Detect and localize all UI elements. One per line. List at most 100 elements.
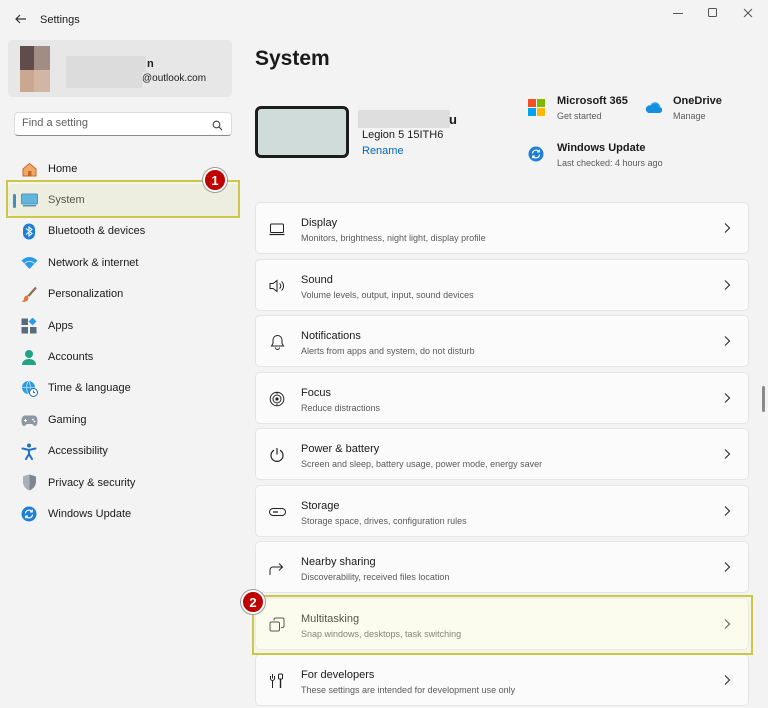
avatar — [20, 46, 50, 92]
selection-indicator — [13, 194, 16, 209]
display-icon — [268, 220, 286, 238]
person-icon — [20, 348, 38, 366]
search-icon[interactable] — [212, 118, 223, 136]
close-icon — [743, 8, 753, 18]
chevron-right-icon — [724, 336, 731, 346]
minimize-button[interactable] — [658, 4, 698, 22]
back-button[interactable] — [11, 9, 31, 29]
arrow-left-icon — [15, 14, 26, 24]
home-icon — [20, 160, 38, 178]
card-title: Focus — [301, 386, 331, 399]
sidebar-item-bluetooth[interactable]: Bluetooth & devices — [8, 216, 240, 247]
sidebar-item-label: System — [48, 194, 85, 207]
chevron-right-icon — [724, 223, 731, 233]
user-profile[interactable]: n @outlook.com — [8, 40, 232, 97]
focus-icon — [268, 390, 286, 408]
sidebar-item-label: Gaming — [48, 413, 87, 426]
card-subtitle: Volume levels, output, input, sound devi… — [301, 289, 474, 300]
chevron-right-icon — [724, 675, 731, 685]
window-title: Settings — [40, 14, 80, 26]
card-title: Multitasking — [301, 612, 360, 625]
card-multitasking[interactable]: Multitasking Snap windows, desktops, tas… — [255, 597, 749, 650]
brush-icon — [20, 286, 38, 304]
settings-card-list: Display Monitors, brightness, night ligh… — [255, 202, 749, 708]
card-subtitle: Reduce distractions — [301, 402, 381, 413]
chevron-right-icon — [724, 279, 731, 290]
sidebar-item-system[interactable]: System — [8, 184, 240, 216]
wifi-icon — [20, 254, 38, 272]
card-display[interactable]: Display Monitors, brightness, night ligh… — [255, 202, 749, 254]
monitor-icon — [20, 191, 38, 209]
microsoft-logo-icon — [528, 99, 546, 117]
sidebar-item-label: Home — [48, 162, 78, 175]
profile-email: @outlook.com — [142, 73, 207, 84]
search-box[interactable] — [14, 112, 232, 136]
maximize-button[interactable] — [693, 4, 733, 22]
card-subtitle: Screen and sleep, battery usage, power m… — [301, 459, 543, 469]
windows-update-icon — [528, 146, 546, 164]
quick-link-title: Windows Update — [557, 142, 646, 154]
rename-link[interactable]: Rename — [362, 145, 404, 157]
sidebar-item-time-language[interactable]: Time & language — [8, 373, 240, 404]
sidebar-item-apps[interactable]: Apps — [8, 310, 240, 341]
onedrive-cloud-icon — [644, 99, 663, 117]
sidebar-item-label: Time & language — [48, 382, 131, 395]
developer-tools-icon — [268, 672, 286, 690]
page-title: System — [255, 47, 330, 70]
nearby-sharing-icon — [268, 559, 286, 577]
bluetooth-icon — [20, 223, 38, 241]
gamepad-icon — [20, 411, 38, 429]
quick-link-subtitle: Get started — [557, 111, 602, 121]
device-name: u — [449, 112, 457, 127]
card-title: For developers — [301, 669, 375, 681]
sidebar-item-network[interactable]: Network & internet — [8, 247, 240, 278]
card-power-battery[interactable]: Power & battery Screen and sleep, batter… — [255, 428, 749, 480]
chevron-right-icon — [724, 392, 731, 403]
power-icon — [268, 446, 286, 464]
card-for-developers[interactable]: For developers These settings are intend… — [255, 654, 749, 706]
card-title: Display — [301, 217, 338, 229]
card-nearby-sharing[interactable]: Nearby sharing Discoverability, received… — [255, 541, 749, 593]
sidebar-item-gaming[interactable]: Gaming — [8, 404, 240, 435]
chevron-right-icon — [724, 505, 731, 516]
card-subtitle: Alerts from apps and system, do not dist… — [301, 346, 475, 356]
title-bar: Settings — [0, 0, 768, 40]
card-notifications[interactable]: Notifications Alerts from apps and syste… — [255, 315, 749, 367]
sidebar-item-accessibility[interactable]: Accessibility — [8, 436, 240, 467]
multitasking-icon — [268, 616, 286, 634]
card-storage[interactable]: Storage Storage space, drives, configura… — [255, 484, 749, 537]
sidebar-item-label: Apps — [48, 319, 74, 332]
close-button[interactable] — [728, 4, 768, 22]
profile-name: n — [147, 58, 154, 70]
sidebar-item-label: Personalization — [48, 288, 124, 301]
card-subtitle: Discoverability, received files location — [301, 572, 450, 582]
sidebar-item-personalization[interactable]: Personalization — [8, 279, 240, 310]
card-focus[interactable]: Focus Reduce distractions — [255, 371, 749, 424]
quick-link-subtitle: Manage — [673, 111, 706, 121]
redacted-email — [66, 72, 142, 88]
scrollbar-thumb[interactable] — [762, 386, 765, 412]
step-badge-2: 2 — [241, 590, 265, 614]
minimize-icon — [673, 13, 683, 14]
device-model: Legion 5 15ITH6 — [362, 129, 444, 141]
step-badge-1: 1 — [203, 168, 227, 192]
accessibility-icon — [20, 443, 38, 461]
search-input[interactable] — [22, 117, 202, 129]
sidebar-item-label: Privacy & security — [48, 476, 136, 489]
chevron-right-icon — [724, 449, 731, 459]
sidebar-item-accounts[interactable]: Accounts — [8, 341, 240, 372]
card-title: Storage — [301, 499, 340, 512]
shield-icon — [20, 474, 38, 492]
maximize-icon — [708, 8, 717, 17]
card-title: Notifications — [301, 330, 361, 342]
chevron-right-icon — [724, 562, 731, 572]
sidebar-item-windows-update[interactable]: Windows Update — [8, 498, 240, 529]
sidebar-item-label: Accessibility — [48, 445, 108, 458]
update-icon — [20, 505, 38, 523]
sidebar-item-privacy-security[interactable]: Privacy & security — [8, 467, 240, 498]
sidebar-item-label: Bluetooth & devices — [48, 225, 146, 238]
storage-icon — [268, 503, 286, 521]
card-title: Sound — [301, 273, 333, 286]
card-sound[interactable]: Sound Volume levels, output, input, soun… — [255, 258, 749, 311]
card-subtitle: Monitors, brightness, night light, displ… — [301, 233, 486, 243]
